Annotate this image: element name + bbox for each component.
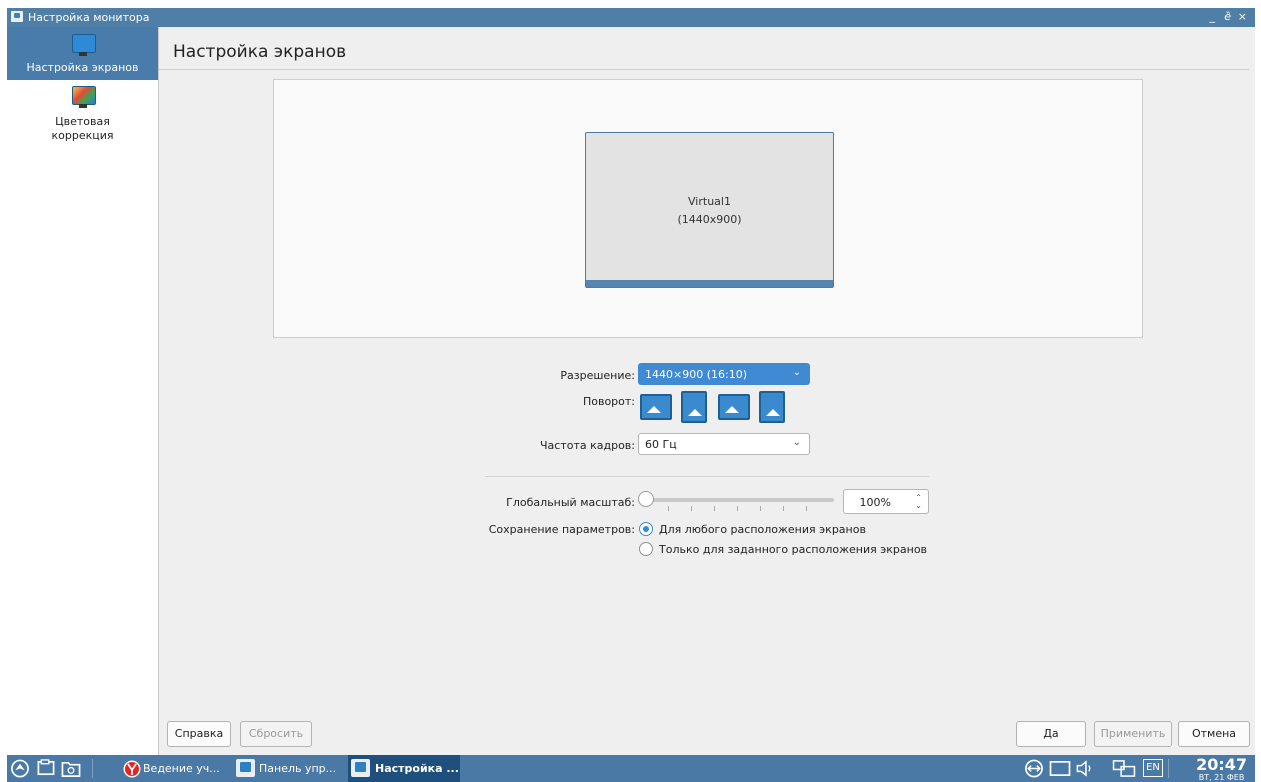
cancel-button[interactable]: Отмена [1178,721,1250,747]
screen-virtual1[interactable]: Virtual1 (1440x900) [585,132,834,288]
taskbar-separator [1168,759,1169,778]
sidebar-item-display-settings[interactable]: Настройка экранов [7,27,158,80]
slider-tick [760,506,761,511]
form-divider [485,476,929,477]
page-title: Настройка экранов [173,42,347,62]
apply-button[interactable]: Применить [1094,721,1172,747]
clock-date: ВТ, 21 ФЕВ [1198,773,1245,782]
refresh-value: 60 Гц [645,438,677,451]
sidebar-item-label: Настройка экранов [26,61,139,74]
radio-specific-layout[interactable] [639,542,653,556]
file-manager-icon[interactable] [60,759,82,778]
refresh-label: Частота кадров: [539,439,635,452]
resolution-value: 1440×900 (16:10) [645,368,747,381]
monitor-app-icon [11,11,23,22]
rotate-inverted-icon[interactable] [718,394,750,420]
taskbar: Ведение уч... Панель упр... Настройка ..… [7,755,1255,782]
slider-tick [668,506,669,511]
volume-icon[interactable] [1074,759,1096,778]
task-label: Панель упр... [259,762,337,775]
screen-layout-area: Virtual1 (1440x900) [273,79,1143,338]
yandex-browser-icon [123,760,141,778]
radio-specific-layout-label[interactable]: Только для заданного расположения экрано… [659,543,927,556]
ok-button[interactable]: Да [1016,721,1086,747]
desktop-icon[interactable] [36,759,56,778]
rotate-left-icon[interactable] [681,391,707,423]
rotate-right-icon[interactable] [759,391,785,423]
taskbar-separator [92,759,93,778]
screen-size: (1440x900) [677,213,742,226]
scale-label: Глобальный масштаб: [506,496,635,509]
network-icon[interactable] [1023,759,1045,778]
chevron-down-icon: ⌄ [792,367,801,378]
scale-slider-track[interactable] [647,498,834,502]
radio-any-layout-label[interactable]: Для любого расположения экранов [659,523,866,536]
task-label: Ведение уч... [143,762,220,775]
screen-name: Virtual1 [688,195,731,208]
taskbar-task-control-panel[interactable]: Панель упр... [236,755,346,782]
maximize-button[interactable]: ȅ [1224,10,1231,23]
sidebar-item-color-correction[interactable]: Цветовая коррекция [7,82,158,152]
radio-any-layout[interactable] [639,522,653,536]
slider-tick [783,506,784,511]
start-menu-icon[interactable] [10,759,30,778]
slider-tick [714,506,715,511]
sidebar: Настройка экранов Цветовая коррекция [7,27,159,755]
rotation-label: Поворот: [582,395,635,408]
scale-slider-handle[interactable] [638,491,654,507]
sidebar-item-label: Цветовая коррекция [51,115,114,142]
monitor-settings-icon [351,759,370,777]
title-divider [159,69,1249,70]
task-label: Настройка ... [375,762,459,775]
keyboard-layout-indicator[interactable]: EN [1143,759,1163,777]
close-button[interactable]: × [1238,10,1247,23]
window-titlebar: Настройка монитора _ ȅ × [7,8,1255,27]
window-title: Настройка монитора [28,11,150,24]
resolution-select[interactable]: 1440×900 (16:10) ⌄ [638,363,810,385]
spin-down-icon[interactable]: ⌄ [915,501,922,510]
clock-time: 20:47 [1196,755,1247,774]
scale-value: 100% [859,496,891,509]
clock[interactable]: 20:47 ВТ, 21 ФЕВ [1196,756,1247,782]
help-button[interactable]: Справка [167,721,231,747]
display-switch-icon[interactable] [1111,759,1137,778]
keyboard-icon[interactable] [1048,759,1072,778]
scale-spinbox[interactable]: 100% ⌃ ⌄ [843,489,929,514]
resolution-label: Разрешение: [560,369,635,382]
screen-selection-bar [586,280,833,287]
slider-tick [806,506,807,511]
settings-window: Настройка экранов Цветовая коррекция Нас… [7,27,1255,755]
reset-button[interactable]: Сбросить [240,721,312,747]
minimize-button[interactable]: _ [1210,10,1216,23]
taskbar-task-browser[interactable]: Ведение уч... [123,755,233,782]
slider-tick [691,506,692,511]
chevron-down-icon: ⌄ [792,437,801,448]
rotate-normal-icon[interactable] [640,394,672,420]
slider-tick [737,506,738,511]
display-settings-icon [71,33,96,57]
main-panel: Настройка экранов Virtual1 (1440x900) Ра… [159,27,1255,755]
refresh-select[interactable]: 60 Гц ⌄ [638,433,810,455]
color-correction-icon [71,85,96,109]
taskbar-task-monitor-settings[interactable]: Настройка ... [348,755,460,782]
save-params-label: Сохранение параметров: [488,523,635,536]
control-panel-icon [236,759,255,777]
